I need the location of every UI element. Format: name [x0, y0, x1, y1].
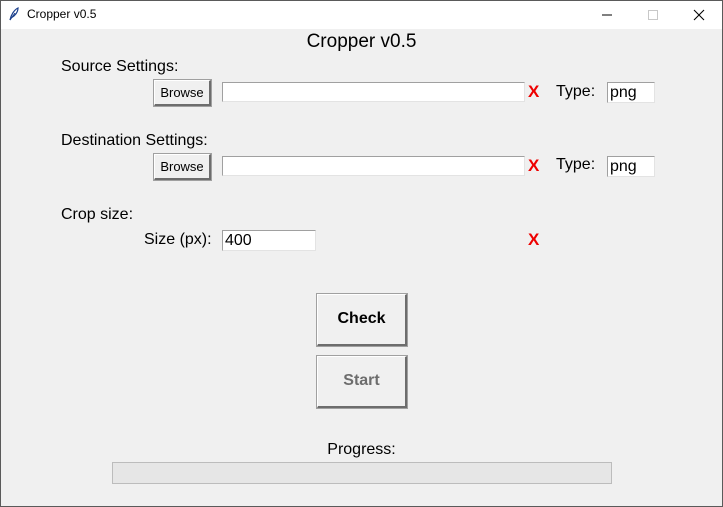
close-icon — [693, 9, 705, 21]
app-window: Cropper v0.5 Cropper v0.5 Source Setting… — [0, 0, 723, 507]
destination-settings-label: Destination Settings: — [61, 132, 208, 149]
maximize-button[interactable] — [630, 1, 676, 29]
title-bar: Cropper v0.5 — [1, 1, 722, 29]
minimize-button[interactable] — [584, 1, 630, 29]
app-heading: Cropper v0.5 — [306, 31, 417, 52]
progress-bar — [112, 462, 612, 484]
size-px-label: Size (px): — [144, 231, 212, 248]
source-browse-button[interactable]: Browse — [153, 79, 212, 107]
start-button[interactable]: Start — [316, 355, 408, 409]
close-button[interactable] — [676, 1, 722, 29]
check-button[interactable]: Check — [316, 293, 408, 347]
progress-label: Progress: — [327, 441, 396, 458]
maximize-icon — [648, 10, 658, 20]
destination-path-input[interactable] — [222, 156, 525, 176]
source-status-mark: X — [528, 82, 540, 101]
source-type-label: Type: — [556, 83, 596, 100]
crop-size-label: Crop size: — [61, 206, 134, 223]
source-settings-label: Source Settings: — [61, 58, 179, 75]
window-title: Cropper v0.5 — [27, 7, 97, 21]
feather-icon — [7, 7, 21, 21]
destination-status-mark: X — [528, 156, 540, 175]
destination-type-label: Type: — [556, 156, 596, 173]
destination-type-input[interactable]: png — [607, 156, 655, 177]
minimize-icon — [602, 14, 612, 16]
destination-browse-button[interactable]: Browse — [153, 153, 212, 181]
crop-size-input[interactable]: 400 — [222, 230, 316, 251]
source-path-input[interactable] — [222, 82, 525, 102]
source-type-input[interactable]: png — [607, 82, 655, 103]
crop-status-mark: X — [528, 230, 540, 249]
